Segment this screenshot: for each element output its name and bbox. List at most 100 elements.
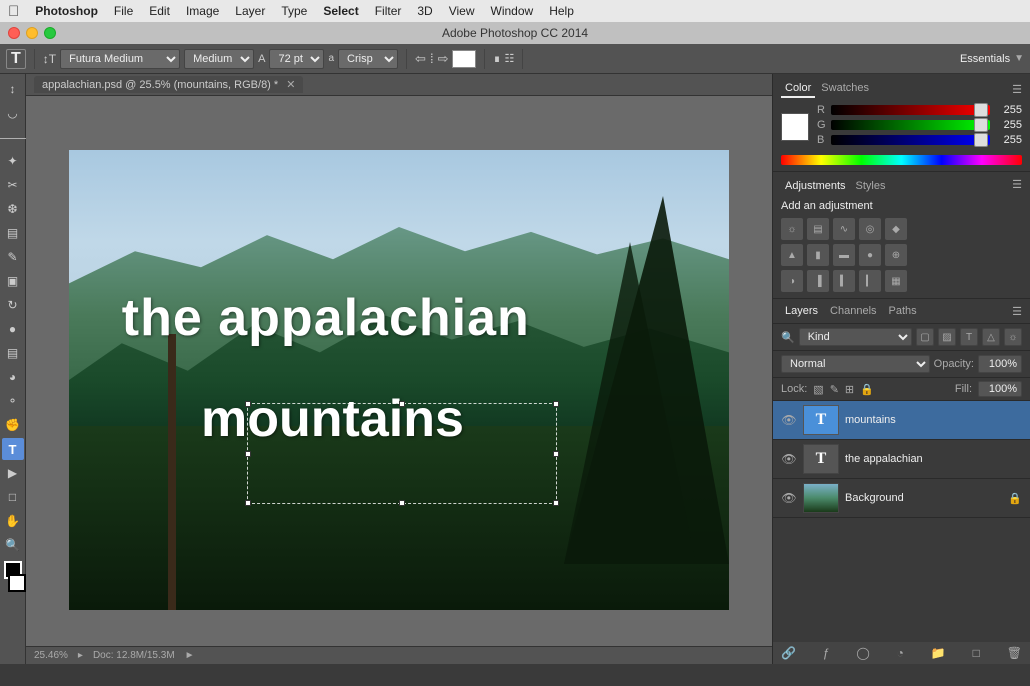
blue-slider-thumb[interactable]: [974, 133, 988, 147]
text-color-swatch[interactable]: [452, 50, 476, 68]
add-mask-icon[interactable]: ◯: [856, 646, 869, 660]
close-button[interactable]: [8, 27, 20, 39]
opacity-input[interactable]: [978, 355, 1022, 373]
wand-tool[interactable]: ✦: [2, 150, 24, 172]
exposure-icon[interactable]: ◎: [859, 218, 881, 240]
eraser-tool[interactable]: ●: [2, 318, 24, 340]
green-slider-thumb[interactable]: [974, 118, 988, 132]
character-panel-icon[interactable]: ☷: [504, 52, 514, 65]
eyedropper-tool[interactable]: ❆: [2, 198, 24, 220]
layer-adj-icon[interactable]: ▨: [938, 328, 956, 346]
channel-mixer-icon[interactable]: ⊕: [885, 244, 907, 266]
canvas-tab[interactable]: appalachian.psd @ 25.5% (mountains, RGB/…: [34, 76, 303, 93]
layer-pixel-icon[interactable]: ▢: [916, 328, 934, 346]
layers-panel-menu-icon[interactable]: ☰: [1012, 305, 1022, 318]
lasso-tool[interactable]: ⸻: [2, 126, 24, 148]
stamp-tool[interactable]: ▣: [2, 270, 24, 292]
doc-info-expand[interactable]: ►: [185, 650, 195, 661]
add-folder-icon[interactable]: 📁: [931, 646, 946, 660]
menu-layer[interactable]: Layer: [235, 4, 265, 18]
font-size-select[interactable]: 72 pt: [269, 49, 324, 69]
menu-view[interactable]: View: [449, 4, 475, 18]
move-tool[interactable]: ↕: [2, 78, 24, 100]
font-family-select[interactable]: Futura Medium: [60, 49, 180, 69]
layer-smart-icon[interactable]: ☼: [1004, 328, 1022, 346]
hand-tool[interactable]: ✋: [2, 510, 24, 532]
curves-icon[interactable]: ∿: [833, 218, 855, 240]
photo-filter-icon[interactable]: ●: [859, 244, 881, 266]
add-adjustment-icon[interactable]: ◔: [897, 646, 904, 660]
layer-type-icon[interactable]: T: [960, 328, 978, 346]
layer-visibility-appalachian[interactable]: 👁: [781, 452, 797, 466]
align-center-icon[interactable]: ⁞: [430, 51, 434, 66]
blue-slider[interactable]: [831, 135, 990, 145]
menu-filter[interactable]: Filter: [375, 4, 402, 18]
path-select[interactable]: ▶: [2, 462, 24, 484]
layer-item-background[interactable]: 👁 Background 🔒: [773, 479, 1030, 518]
color-spectrum-bar[interactable]: [781, 155, 1022, 165]
link-layers-icon[interactable]: 🔗: [781, 646, 796, 660]
essentials-chevron[interactable]: ▼: [1014, 53, 1024, 64]
text-layer-appalachian[interactable]: the appalachian: [122, 288, 530, 348]
warp-text-icon[interactable]: ∎: [493, 52, 500, 65]
layer-visibility-mountains[interactable]: 👁: [781, 413, 797, 427]
threshold-icon[interactable]: ▍: [833, 270, 855, 292]
history-brush[interactable]: ↻: [2, 294, 24, 316]
tab-paths[interactable]: Paths: [885, 303, 921, 319]
current-color-swatch[interactable]: [781, 113, 809, 141]
text-orientation-icon[interactable]: ↕T: [43, 52, 56, 66]
gradient-tool[interactable]: ▤: [2, 342, 24, 364]
hue-sat-icon[interactable]: ▲: [781, 244, 803, 266]
tab-layers[interactable]: Layers: [781, 303, 822, 319]
menu-help[interactable]: Help: [549, 4, 574, 18]
lock-all-icon[interactable]: 🔒: [860, 383, 874, 396]
lock-position-icon[interactable]: ⊞: [845, 383, 854, 396]
zoom-tool[interactable]: 🔍: [2, 534, 24, 556]
layer-shape-icon[interactable]: △: [982, 328, 1000, 346]
color-panel-menu-icon[interactable]: ☰: [1012, 83, 1022, 96]
dodge-tool[interactable]: ⚬: [2, 390, 24, 412]
menu-file[interactable]: File: [114, 4, 133, 18]
layer-kind-select[interactable]: Kind: [799, 328, 912, 346]
g-value[interactable]: 255: [994, 119, 1022, 131]
add-layer-icon[interactable]: □: [973, 646, 980, 660]
maximize-button[interactable]: [44, 27, 56, 39]
crop-tool[interactable]: ✂: [2, 174, 24, 196]
apple-menu[interactable]: : [8, 3, 19, 20]
selective-color-icon[interactable]: ▦: [885, 270, 907, 292]
tab-adjustments[interactable]: Adjustments: [781, 178, 850, 194]
blend-mode-select[interactable]: Normal: [781, 355, 930, 373]
layer-item-mountains[interactable]: 👁 T mountains: [773, 401, 1030, 440]
zoom-expand-icon[interactable]: ▸: [78, 650, 83, 661]
menu-edit[interactable]: Edit: [149, 4, 170, 18]
tab-close-icon[interactable]: ✕: [286, 78, 295, 91]
posterize-icon[interactable]: ▐: [807, 270, 829, 292]
pen-tool[interactable]: ✊: [2, 414, 24, 436]
lock-transparent-icon[interactable]: ▧: [813, 383, 823, 396]
menu-type[interactable]: Type: [281, 4, 307, 18]
r-value[interactable]: 255: [994, 104, 1022, 116]
tab-color[interactable]: Color: [781, 80, 815, 98]
invert-icon[interactable]: ◑: [781, 270, 803, 292]
lock-image-icon[interactable]: ✎: [830, 383, 839, 396]
heal-tool[interactable]: ▤: [2, 222, 24, 244]
font-weight-select[interactable]: Medium: [184, 49, 254, 69]
tab-channels[interactable]: Channels: [826, 303, 880, 319]
minimize-button[interactable]: [26, 27, 38, 39]
b-value[interactable]: 255: [994, 134, 1022, 146]
menu-image[interactable]: Image: [186, 4, 219, 18]
fill-input[interactable]: [978, 381, 1022, 397]
type-tool-icon[interactable]: T: [6, 49, 26, 69]
bw-icon[interactable]: ▬: [833, 244, 855, 266]
layer-item-appalachian[interactable]: 👁 T the appalachian: [773, 440, 1030, 479]
anti-alias-select[interactable]: Crisp: [338, 49, 398, 69]
menu-window[interactable]: Window: [491, 4, 534, 18]
brush-tool[interactable]: ✎: [2, 246, 24, 268]
align-left-icon[interactable]: ⇦: [415, 51, 426, 67]
menu-select[interactable]: Select: [323, 4, 358, 18]
layer-visibility-background[interactable]: 👁: [781, 491, 797, 505]
align-right-icon[interactable]: ⇨: [438, 51, 449, 67]
red-slider[interactable]: [831, 105, 990, 115]
color-balance-icon[interactable]: ▮: [807, 244, 829, 266]
gradient-map-icon[interactable]: ▎: [859, 270, 881, 292]
